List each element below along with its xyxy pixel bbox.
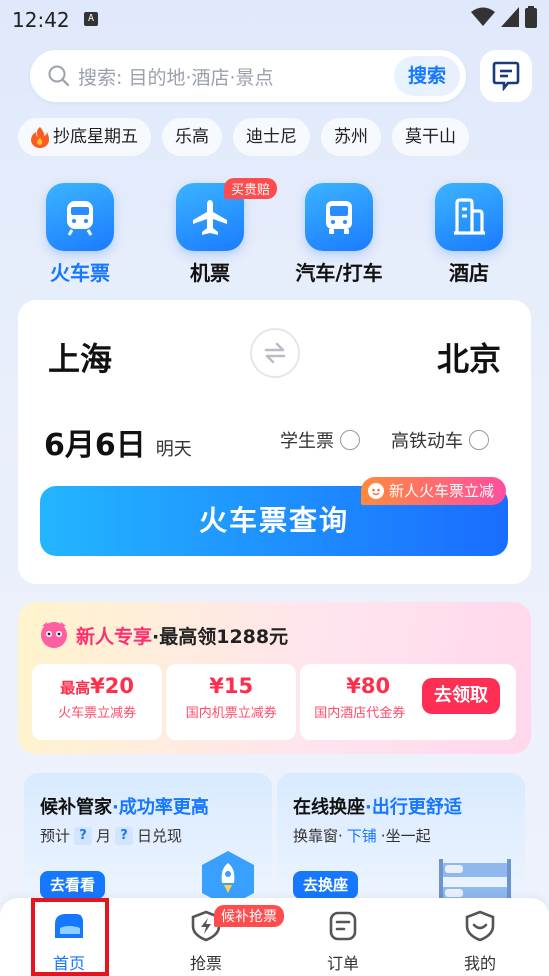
price-guarantee-badge: 买贵赔	[224, 178, 278, 199]
nav-label: 我的	[463, 954, 496, 973]
date-relative: 明天	[155, 439, 192, 460]
waitlist-manager-card[interactable]: 候补管家·成功率更高 预计 ? 月 ? 日兑现 去看看	[24, 773, 272, 913]
highspeed-option[interactable]: 高铁动车	[391, 427, 489, 453]
promo-tag-label: 新人火车票立减	[389, 482, 495, 500]
chip-suzhou[interactable]: 苏州	[321, 118, 381, 156]
student-ticket-option[interactable]: 学生票	[280, 427, 360, 453]
feature-title: 在线换座·出行更舒适	[293, 793, 462, 819]
chip-moganshan[interactable]: 莫干山	[392, 118, 469, 156]
departure-date[interactable]: 6月6日 明天	[44, 420, 192, 464]
month-placeholder: ?	[74, 826, 93, 845]
newcomer-title-rest: ·最高领1288元	[152, 626, 289, 648]
chip-label: 抄底星期五	[53, 127, 138, 147]
message-icon	[492, 61, 520, 91]
battery-icon	[525, 6, 537, 28]
message-button[interactable]	[480, 50, 532, 102]
feature-title: 候补管家·成功率更高	[40, 793, 209, 819]
nav-orders[interactable]: 订单	[303, 910, 383, 974]
view-waitlist-button[interactable]: 去看看	[40, 871, 106, 899]
student-checkbox[interactable]	[340, 430, 360, 450]
train-booking-card: 上海 北京 6月6日 明天 学生票 高铁动车 火车票查询 新人火车票立减	[18, 300, 531, 584]
signal-icon	[501, 7, 519, 27]
search-input[interactable]: 搜索: 目的地·酒店·景点	[78, 63, 394, 90]
profile-icon	[465, 910, 495, 942]
search-bar[interactable]: 搜索: 目的地·酒店·景点 搜索	[30, 50, 466, 102]
category-label: 机票	[190, 261, 230, 285]
category-train[interactable]: 火车票	[36, 183, 124, 286]
feature-subtitle: 换靠窗· 下铺 ·坐一起	[293, 825, 431, 846]
newcomer-coupon-panel: 新人专享·最高领1288元 最高¥20 火车票立减券 ¥15 国内机票立减券 ¥…	[18, 602, 531, 754]
coupon-train[interactable]: 最高¥20 火车票立减券	[32, 664, 163, 740]
coupon-flight[interactable]: ¥15 国内机票立减券	[166, 664, 297, 740]
coupon-amount: ¥15	[209, 674, 254, 698]
mascot-icon	[41, 622, 67, 648]
order-icon	[329, 911, 357, 941]
bus-icon	[305, 183, 373, 251]
coupon-amount: ¥80	[346, 674, 391, 698]
option-label: 学生票	[280, 431, 334, 452]
newcomer-promo-tag: 新人火车票立减	[361, 477, 507, 505]
coupon-amount: ¥20	[90, 674, 134, 698]
status-indicators	[471, 6, 537, 28]
search-button[interactable]: 搜索	[393, 56, 460, 96]
swap-cities-button[interactable]	[250, 328, 300, 378]
nav-profile[interactable]: 我的	[440, 910, 520, 974]
claim-coupons-button[interactable]: 去领取	[422, 678, 500, 714]
chip-label: 苏州	[334, 127, 368, 147]
home-highlight-box	[31, 898, 109, 976]
swap-icon	[264, 342, 286, 364]
chip-label: 乐高	[175, 127, 209, 147]
train-icon	[46, 183, 114, 251]
coupon-hotel[interactable]: ¥80 国内酒店代金券 去领取	[300, 664, 516, 740]
day-placeholder: ?	[115, 826, 134, 845]
notification-icon: A	[84, 12, 98, 26]
chip-label: 莫干山	[405, 127, 456, 147]
sub-mid: 月	[96, 827, 112, 845]
coupon-list: 最高¥20 火车票立减券 ¥15 国内机票立减券 ¥80 国内酒店代金券 去领取	[32, 664, 516, 740]
nav-label: 订单	[326, 954, 359, 973]
sub-text: 换靠窗·	[293, 827, 343, 845]
highspeed-checkbox[interactable]	[469, 430, 489, 450]
hotel-icon	[435, 183, 503, 251]
feature-title-main: 在线换座	[293, 797, 365, 818]
change-seat-button[interactable]: 去换座	[293, 871, 359, 899]
status-time: 12:42	[12, 8, 70, 32]
newcomer-title: 新人专享·最高领1288元	[76, 622, 288, 649]
category-hotel[interactable]: 酒店	[425, 183, 513, 286]
search-icon	[48, 65, 70, 87]
category-label: 火车票	[50, 261, 110, 285]
feature-subtitle: 预计 ? 月 ? 日兑现	[40, 825, 182, 846]
coupon-desc: 火车票立减券	[58, 706, 137, 721]
feature-title-highlight: ·成功率更高	[112, 797, 209, 818]
sub-prefix: 预计	[40, 827, 71, 845]
newcomer-title-highlight: 新人专享	[76, 626, 153, 648]
category-label: 汽车/打车	[295, 261, 383, 285]
sub-suffix: 日兑现	[137, 827, 183, 845]
chip-friday-deal[interactable]: 抄底星期五	[18, 118, 151, 156]
fire-icon	[31, 127, 49, 148]
category-bus-taxi[interactable]: 汽车/打车	[295, 183, 383, 286]
mascot-icon	[368, 483, 384, 499]
coupon-prefix: 最高	[60, 679, 91, 697]
chip-lego[interactable]: 乐高	[162, 118, 222, 156]
category-label: 酒店	[449, 261, 489, 285]
chip-label: 迪士尼	[246, 127, 297, 147]
seat-change-card[interactable]: 在线换座·出行更舒适 换靠窗· 下铺 ·坐一起 去换座	[277, 773, 525, 913]
waitlist-grab-badge: 候补抢票	[214, 905, 284, 927]
feature-title-main: 候补管家	[40, 797, 112, 818]
arrival-city[interactable]: 北京	[437, 334, 501, 380]
nav-label: 抢票	[189, 954, 222, 973]
option-label: 高铁动车	[391, 431, 463, 452]
wifi-icon	[471, 7, 495, 26]
hot-topic-chips: 抄底星期五 乐高 迪士尼 苏州 莫干山	[18, 118, 469, 156]
sub-end: ·坐一起	[380, 827, 431, 845]
date-value: 6月6日	[44, 428, 146, 463]
coupon-desc: 国内机票立减券	[185, 706, 277, 721]
chip-disney[interactable]: 迪士尼	[233, 118, 310, 156]
departure-city[interactable]: 上海	[48, 334, 112, 380]
sub-highlight: 下铺	[346, 827, 377, 845]
feature-title-highlight: ·出行更舒适	[365, 797, 462, 818]
